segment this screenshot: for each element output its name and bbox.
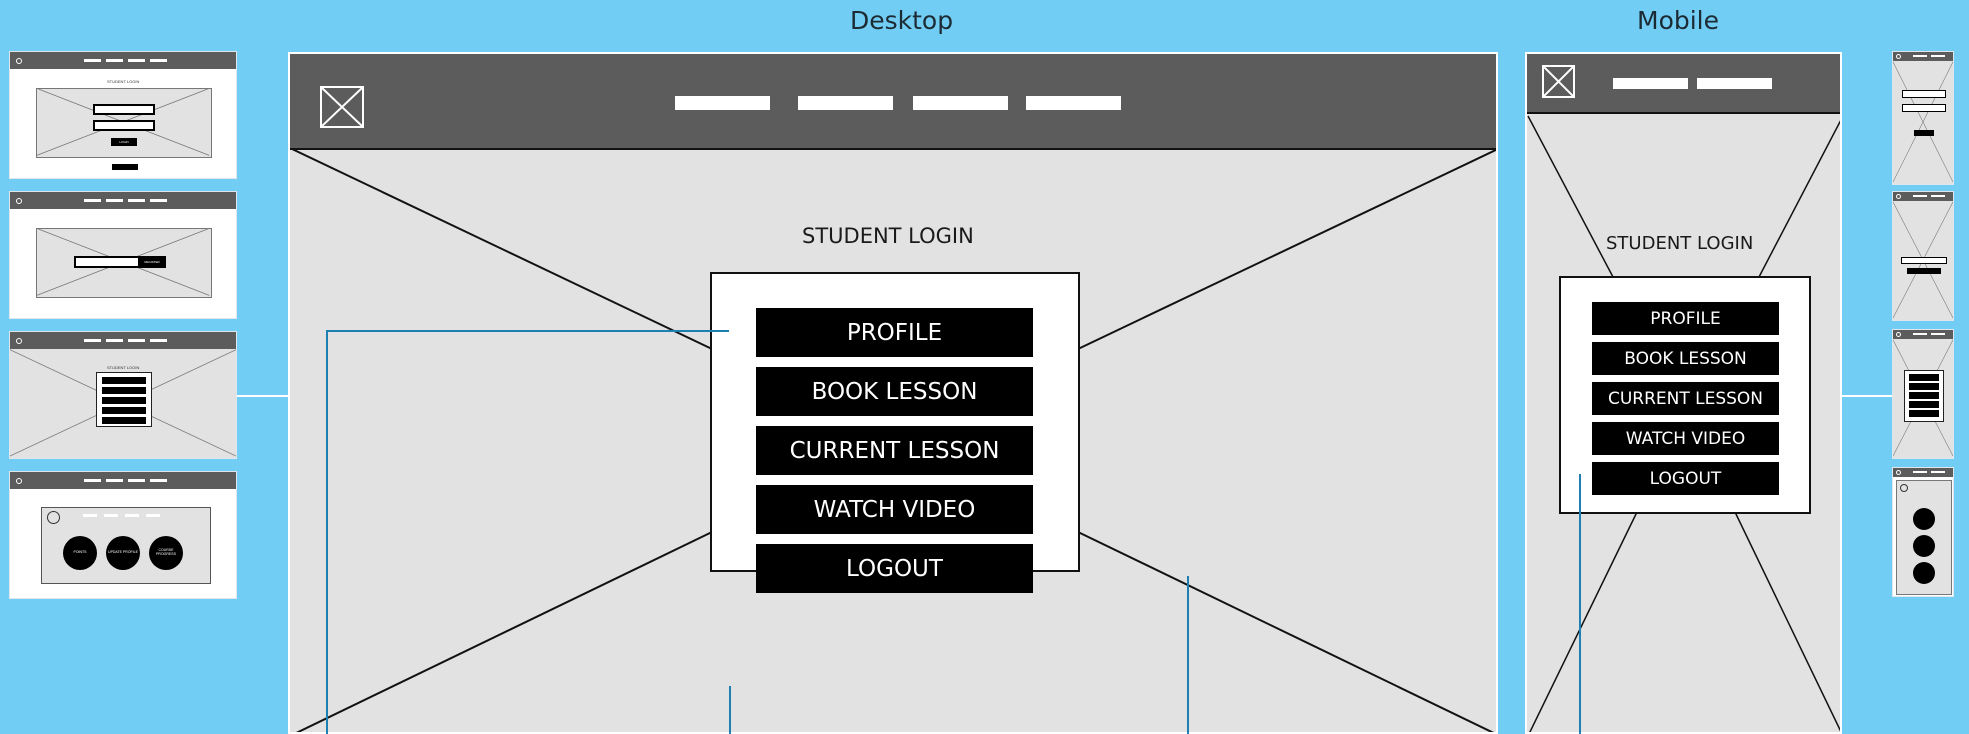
desktop-header — [290, 54, 1496, 150]
thumbnail-student-menu[interactable]: STUDENT LOGIN — [9, 331, 237, 459]
thumb-update-profile-circle: UPDATE PROFILE — [106, 536, 140, 570]
student-login-title: STUDENT LOGIN — [802, 224, 974, 248]
mobile-student-login-title: STUDENT LOGIN — [1606, 233, 1754, 254]
watch-video-button[interactable]: WATCH VIDEO — [756, 485, 1033, 534]
thumb-placeholder-x — [36, 228, 210, 296]
thumb-username-field — [93, 104, 155, 115]
mobile-logout-button[interactable]: LOGOUT — [1592, 462, 1779, 495]
nav-item-1[interactable] — [675, 96, 770, 110]
book-lesson-button[interactable]: BOOK LESSON — [756, 367, 1033, 416]
mobile-watch-video-button[interactable]: WATCH VIDEO — [1592, 422, 1779, 455]
nav-item-4[interactable] — [1026, 96, 1121, 110]
mobile-nav-item-1[interactable] — [1613, 78, 1688, 89]
mobile-nav-item-2[interactable] — [1697, 78, 1772, 89]
callout-line-right — [1187, 576, 1189, 734]
desktop-mockup: STUDENT LOGIN PROFILE BOOK LESSON CURREN… — [288, 52, 1498, 734]
nav-item-2[interactable] — [798, 96, 893, 110]
callout-line-left — [326, 330, 328, 734]
thumb-close-icon — [47, 511, 60, 524]
thumb-register-button: REGISTER — [138, 256, 166, 268]
thumb-title: STUDENT LOGIN — [107, 79, 140, 84]
callout-line-center — [729, 686, 731, 734]
mobile-thumbnail-register[interactable] — [1892, 191, 1954, 321]
mobile-header — [1527, 54, 1840, 114]
logout-button[interactable]: LOGOUT — [756, 544, 1033, 593]
desktop-label: Desktop — [850, 6, 954, 35]
thumb-input-field — [74, 256, 144, 268]
mobile-thumbnail-login[interactable] — [1892, 51, 1954, 185]
thumb-menu-card — [96, 372, 152, 427]
logo-placeholder-icon[interactable] — [320, 86, 364, 128]
mobile-book-lesson-button[interactable]: BOOK LESSON — [1592, 342, 1779, 375]
thumbnail-login-form[interactable]: STUDENT LOGIN LOGIN — [9, 51, 237, 179]
current-lesson-button[interactable]: CURRENT LESSON — [756, 426, 1033, 475]
right-connector — [1842, 395, 1892, 397]
thumb-title: STUDENT LOGIN — [107, 365, 140, 370]
thumb-course-progress-circle: COURSE PROGRESS — [149, 536, 183, 570]
thumb-footer-bar — [112, 164, 138, 170]
nav-item-3[interactable] — [913, 96, 1008, 110]
mobile-thumbnail-menu[interactable] — [1892, 329, 1954, 459]
mobile-profile-button[interactable]: PROFILE — [1592, 302, 1779, 335]
mobile-thumbnail-dashboard[interactable] — [1892, 467, 1954, 597]
mobile-mockup: STUDENT LOGIN PROFILE BOOK LESSON CURREN… — [1525, 52, 1842, 734]
profile-button[interactable]: PROFILE — [756, 308, 1033, 357]
thumb-points-circle: POINTS — [63, 536, 97, 570]
login-menu-card: PROFILE BOOK LESSON CURRENT LESSON WATCH… — [710, 272, 1080, 593]
mobile-label: Mobile — [1637, 6, 1720, 35]
mobile-callout-line — [1579, 474, 1581, 734]
thumbnail-dashboard[interactable]: POINTS UPDATE PROFILE COURSE PROGRESS — [9, 471, 237, 599]
mobile-current-lesson-button[interactable]: CURRENT LESSON — [1592, 382, 1779, 415]
thumb-logo-icon — [16, 477, 22, 484]
mobile-logo-placeholder-icon[interactable] — [1542, 65, 1575, 98]
thumbnail-register[interactable]: REGISTER — [9, 191, 237, 319]
thumb-placeholder-x — [36, 88, 210, 156]
left-connector — [236, 395, 288, 397]
callout-line-horizontal — [326, 330, 729, 332]
thumb-password-field — [93, 120, 155, 131]
thumb-login-button: LOGIN — [111, 138, 137, 146]
mobile-login-menu-card: PROFILE BOOK LESSON CURRENT LESSON WATCH… — [1559, 276, 1811, 514]
